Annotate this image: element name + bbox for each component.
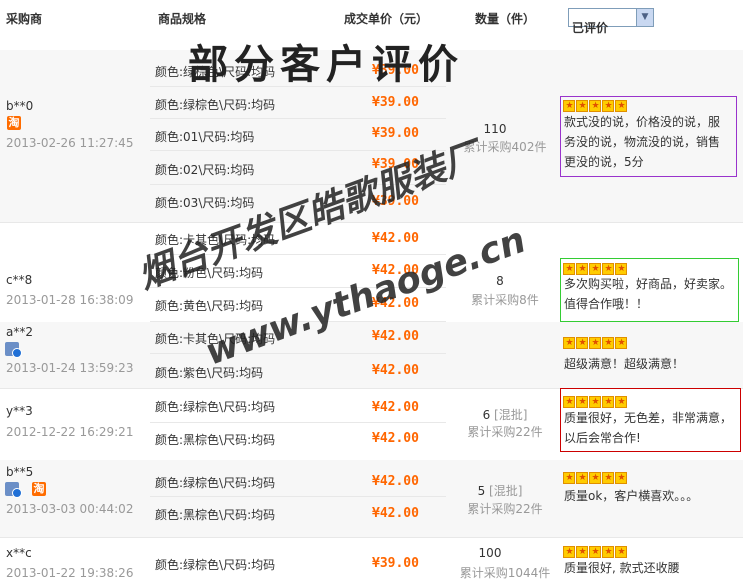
order-date: 2013-01-22 19:38:26 bbox=[6, 566, 134, 580]
item-spec: 颜色:01\尺码:均码 bbox=[155, 130, 255, 144]
member-verified-icon bbox=[5, 342, 22, 358]
cumulative-purchase: 累计采购22件 bbox=[467, 502, 543, 516]
star-icon: ★ bbox=[615, 472, 627, 484]
mixed-batch-label: [混批] bbox=[494, 408, 528, 422]
order-quantity: 6 [混批] bbox=[455, 406, 555, 423]
review-comment: 款式没的说，价格没的说，服务没的说，物流没的说，销售更没的说，5分 bbox=[564, 115, 721, 169]
item-spec: 颜色:紫色\尺码:均码 bbox=[155, 366, 264, 380]
order-quantity: 5 [混批] bbox=[450, 482, 550, 499]
star-icon: ★ bbox=[563, 337, 575, 349]
star-icon: ★ bbox=[615, 337, 627, 349]
order-quantity: 100 bbox=[478, 546, 502, 560]
item-spec: 颜色:03\尺码:均码 bbox=[155, 196, 255, 210]
review-comment: 质量很好, 款式还收腰 bbox=[564, 561, 680, 575]
order-divider bbox=[0, 222, 743, 223]
review-comment: 质量很好，无色差，非常满意，以后会常合作! bbox=[564, 411, 733, 445]
cumulative-purchase: 累计采购22件 bbox=[467, 425, 543, 439]
order-date: 2013-02-26 11:27:45 bbox=[6, 136, 134, 150]
quantity-value: 6 bbox=[482, 408, 491, 422]
cumulative-purchase: 累计采购1044件 bbox=[459, 566, 551, 580]
row-divider bbox=[150, 422, 446, 423]
star-icon: ★ bbox=[563, 472, 575, 484]
review-comment: 超级满意！超级满意！ bbox=[564, 357, 685, 371]
watermark-title: 部分客户评价 bbox=[188, 42, 464, 88]
item-price: ¥42.00 bbox=[372, 474, 419, 489]
item-price: ¥42.00 bbox=[372, 506, 419, 521]
buyer-name: c**8 bbox=[6, 273, 33, 287]
review-comment: 多次购买啦，好商品，好卖家。值得合作哦！！ bbox=[564, 277, 733, 311]
rating-stars: ★ ★ ★ ★ ★ bbox=[563, 470, 628, 484]
header-price: 成交单价（元） bbox=[344, 12, 429, 26]
item-spec: 颜色:黄色\尺码:均码 bbox=[155, 299, 264, 313]
buyer-name: b**5 bbox=[6, 465, 34, 479]
item-price: ¥42.00 bbox=[372, 400, 419, 415]
item-spec: 颜色:黑棕色\尺码:均码 bbox=[155, 508, 276, 522]
taobao-badge-icon: 淘 bbox=[7, 116, 21, 130]
star-icon: ★ bbox=[589, 337, 601, 349]
star-icon: ★ bbox=[576, 337, 588, 349]
item-price: ¥39.00 bbox=[372, 95, 419, 110]
buyer-name: x**c bbox=[6, 546, 32, 560]
item-price: ¥39.00 bbox=[372, 126, 419, 141]
member-verified-icon bbox=[5, 482, 22, 498]
row-divider bbox=[150, 353, 446, 354]
review-comment: 质量ok，客户横喜欢。。。 bbox=[564, 489, 699, 503]
item-spec: 颜色:绿棕色\尺码:均码 bbox=[155, 400, 276, 414]
buyer-name: b**0 bbox=[6, 99, 34, 113]
order-divider bbox=[0, 537, 743, 538]
row-divider bbox=[150, 118, 446, 119]
item-price: ¥42.00 bbox=[372, 231, 419, 246]
header-buyer: 采购商 bbox=[6, 12, 43, 26]
row-divider bbox=[150, 496, 446, 497]
buyer-name: y**3 bbox=[6, 404, 33, 418]
star-icon: ★ bbox=[589, 472, 601, 484]
item-spec: 颜色:黑棕色\尺码:均码 bbox=[155, 433, 276, 447]
cumulative-purchase: 累计采购8件 bbox=[471, 293, 539, 307]
item-price: ¥42.00 bbox=[372, 329, 419, 344]
review-filter-select[interactable]: 已评价 ▼ bbox=[568, 8, 654, 35]
star-icon: ★ bbox=[576, 472, 588, 484]
order-date: 2013-01-28 16:38:09 bbox=[6, 293, 134, 307]
chevron-down-icon[interactable]: ▼ bbox=[636, 9, 653, 26]
item-spec: 颜色:绿棕色\尺码:均码 bbox=[155, 98, 276, 112]
item-spec: 颜色:02\尺码:均码 bbox=[155, 163, 255, 177]
order-date: 2013-01-24 13:59:23 bbox=[6, 361, 134, 375]
header-spec: 商品规格 bbox=[158, 12, 207, 26]
taobao-badge-icon: 淘 bbox=[32, 482, 46, 496]
buyer-name: a**2 bbox=[6, 325, 33, 339]
quantity-value: 5 bbox=[477, 484, 486, 498]
item-spec: 颜色:绿棕色\尺码:均码 bbox=[155, 476, 276, 490]
item-price: ¥42.00 bbox=[372, 431, 419, 446]
order-date: 2013-03-03 00:44:02 bbox=[6, 502, 134, 516]
rating-stars: ★ ★ ★ ★ ★ bbox=[563, 335, 628, 349]
star-icon: ★ bbox=[602, 337, 614, 349]
item-price: ¥42.00 bbox=[372, 363, 419, 378]
mixed-batch-label: [混批] bbox=[489, 484, 523, 498]
table-header: 采购商 商品规格 成交单价（元） 数量（件） 已评价 ▼ bbox=[0, 0, 743, 35]
header-qty: 数量（件） bbox=[475, 12, 536, 26]
item-spec: 颜色:绿棕色\尺码:均码 bbox=[155, 558, 276, 572]
filter-selected-value: 已评价 bbox=[572, 21, 609, 35]
star-icon: ★ bbox=[602, 472, 614, 484]
item-price: ¥39.00 bbox=[372, 556, 419, 571]
order-date: 2012-12-22 16:29:21 bbox=[6, 425, 134, 439]
